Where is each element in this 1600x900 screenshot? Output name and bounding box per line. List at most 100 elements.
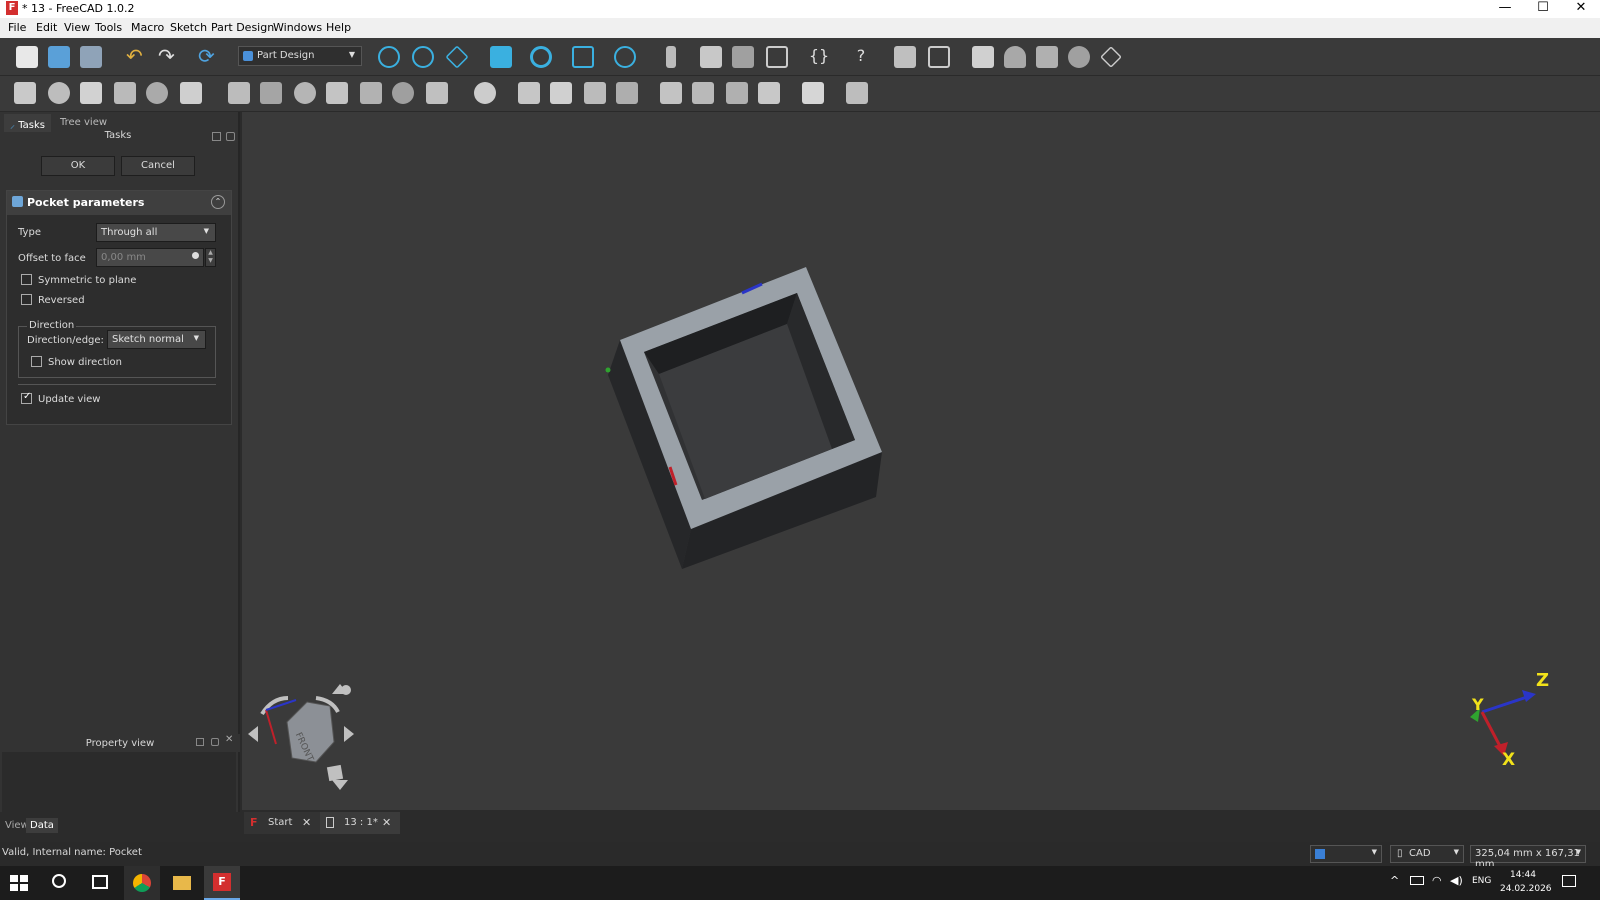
menu-sketch[interactable]: Sketch xyxy=(170,21,207,34)
close-window-button[interactable]: ✕ xyxy=(1562,0,1600,18)
revolution-icon[interactable] xyxy=(48,82,70,104)
workbench-selector[interactable]: Part Design ▼ xyxy=(238,46,362,66)
type-select[interactable]: Through all ▼ xyxy=(96,223,216,242)
new-sketch-icon[interactable] xyxy=(972,46,994,68)
offset-to-face-input[interactable]: 0,00 mm xyxy=(96,248,204,267)
freecad-taskbar-button[interactable]: F xyxy=(204,866,240,900)
update-view-checkbox[interactable] xyxy=(21,391,32,404)
windows-start-icon[interactable] xyxy=(10,875,28,891)
linear-pattern-icon[interactable] xyxy=(692,82,714,104)
symmetric-checkbox[interactable] xyxy=(21,274,32,285)
notification-center-icon[interactable] xyxy=(1562,875,1576,887)
draft-icon[interactable] xyxy=(584,82,606,104)
ok-button[interactable]: OK xyxy=(41,156,115,176)
direction-edge-select[interactable]: Sketch normal ▼ xyxy=(107,330,206,349)
loft-icon[interactable] xyxy=(80,82,102,104)
clock-time[interactable]: 14:44 xyxy=(1510,870,1536,880)
save-icon[interactable] xyxy=(80,46,102,68)
sprocket-icon[interactable] xyxy=(846,82,868,104)
close-panel-icon[interactable]: ✕ xyxy=(225,734,233,745)
fit-all-icon[interactable] xyxy=(378,46,400,68)
minimize-button[interactable]: — xyxy=(1486,0,1524,18)
whats-this-icon[interactable]: ? xyxy=(850,46,872,68)
hole-icon[interactable] xyxy=(260,82,282,104)
fillet-icon[interactable] xyxy=(518,82,540,104)
close-icon[interactable]: ✕ xyxy=(302,816,311,829)
doc-tab-start[interactable]: F Start ✕ xyxy=(244,812,322,834)
pipe-icon[interactable] xyxy=(114,82,136,104)
body-icon[interactable] xyxy=(894,46,916,68)
refresh-icon[interactable]: ⟳ xyxy=(198,46,220,68)
chamfer-icon[interactable] xyxy=(550,82,572,104)
battery-icon[interactable] xyxy=(1410,876,1424,885)
menu-tools[interactable]: Tools xyxy=(95,21,122,34)
expression-icon[interactable] xyxy=(192,252,199,259)
menu-file[interactable]: File xyxy=(8,21,26,34)
undo-icon[interactable]: ↶ xyxy=(126,46,148,68)
link-icon[interactable] xyxy=(766,46,788,68)
groove-icon[interactable] xyxy=(294,82,316,104)
dimension-readout[interactable]: 325,04 mm x 167,31 mm ▼ xyxy=(1470,845,1586,870)
datum-point-icon[interactable] xyxy=(1068,46,1090,68)
subtractive-loft-icon[interactable] xyxy=(326,82,348,104)
menu-help[interactable]: Help xyxy=(326,21,351,34)
undock-panel-icon[interactable] xyxy=(211,738,219,746)
subtractive-helix-icon[interactable] xyxy=(392,82,414,104)
shape-binder-icon[interactable] xyxy=(928,46,950,68)
3d-viewport[interactable]: FRONT Z Y X xyxy=(242,112,1600,810)
volume-icon[interactable]: ◀) xyxy=(1450,874,1463,887)
macro-braces-icon[interactable]: {} xyxy=(808,46,830,68)
language-indicator[interactable]: ENG xyxy=(1472,876,1491,886)
pocket-icon[interactable] xyxy=(228,82,250,104)
close-icon[interactable]: ✕ xyxy=(382,816,391,829)
wifi-icon[interactable]: ◠ xyxy=(1432,874,1442,887)
create-group-icon[interactable] xyxy=(732,46,754,68)
maximize-button[interactable]: ☐ xyxy=(1524,0,1562,18)
reversed-checkbox[interactable] xyxy=(21,294,32,305)
collapse-icon[interactable]: ⌃ xyxy=(211,195,225,209)
pad-icon[interactable] xyxy=(14,82,36,104)
mirrored-icon[interactable] xyxy=(660,82,682,104)
measure-icon[interactable] xyxy=(614,46,636,68)
cancel-button[interactable]: Cancel xyxy=(121,156,195,176)
notification-area[interactable]: ▼ xyxy=(1310,845,1382,863)
std-views-icon[interactable] xyxy=(445,45,469,69)
doc-tab-13[interactable]: 13 : 1* ✕ xyxy=(320,812,400,834)
clock-date[interactable]: 24.02.2026 xyxy=(1500,884,1552,894)
search-icon[interactable] xyxy=(52,874,66,888)
menu-macro[interactable]: Macro xyxy=(131,21,164,34)
helix-icon[interactable] xyxy=(146,82,168,104)
boolean-icon[interactable] xyxy=(474,82,496,104)
subtractive-pipe-icon[interactable] xyxy=(360,82,382,104)
menu-windows[interactable]: Windows xyxy=(273,21,322,34)
undock-panel-icon[interactable] xyxy=(226,132,235,141)
chevron-up-icon[interactable]: ^ xyxy=(1390,874,1399,887)
chrome-taskbar-button[interactable] xyxy=(124,866,160,900)
create-part-icon[interactable] xyxy=(700,46,722,68)
additive-primitive-icon[interactable] xyxy=(180,82,202,104)
open-document-icon[interactable] xyxy=(48,46,70,68)
fit-selection-icon[interactable] xyxy=(412,46,434,68)
new-document-icon[interactable] xyxy=(16,46,38,68)
selection-filter-icon[interactable] xyxy=(572,46,594,68)
polar-pattern-icon[interactable] xyxy=(726,82,748,104)
task-view-icon[interactable] xyxy=(92,875,108,889)
menu-edit[interactable]: Edit xyxy=(36,21,57,34)
menu-view[interactable]: View xyxy=(64,21,90,34)
multi-transform-icon[interactable] xyxy=(758,82,780,104)
float-panel-icon[interactable] xyxy=(212,132,221,141)
datum-plane-icon[interactable] xyxy=(1100,46,1122,68)
property-grid[interactable] xyxy=(2,752,236,816)
tab-property-data[interactable]: Data xyxy=(26,818,58,833)
menu-part-design[interactable]: Part Design xyxy=(211,21,274,34)
explorer-taskbar-button[interactable] xyxy=(164,866,200,900)
pocket-parameters-header[interactable]: Pocket parameters ⌃ xyxy=(7,191,231,215)
clone-icon[interactable] xyxy=(1036,46,1058,68)
validate-sketch-icon[interactable] xyxy=(1004,46,1026,68)
float-panel-icon[interactable] xyxy=(196,738,204,746)
dimension-icon[interactable] xyxy=(666,46,676,68)
view-box-zoom-icon[interactable] xyxy=(490,46,512,68)
subtractive-primitive-icon[interactable] xyxy=(426,82,448,104)
redo-icon[interactable]: ↷ xyxy=(158,46,180,68)
show-direction-checkbox[interactable] xyxy=(31,356,42,367)
